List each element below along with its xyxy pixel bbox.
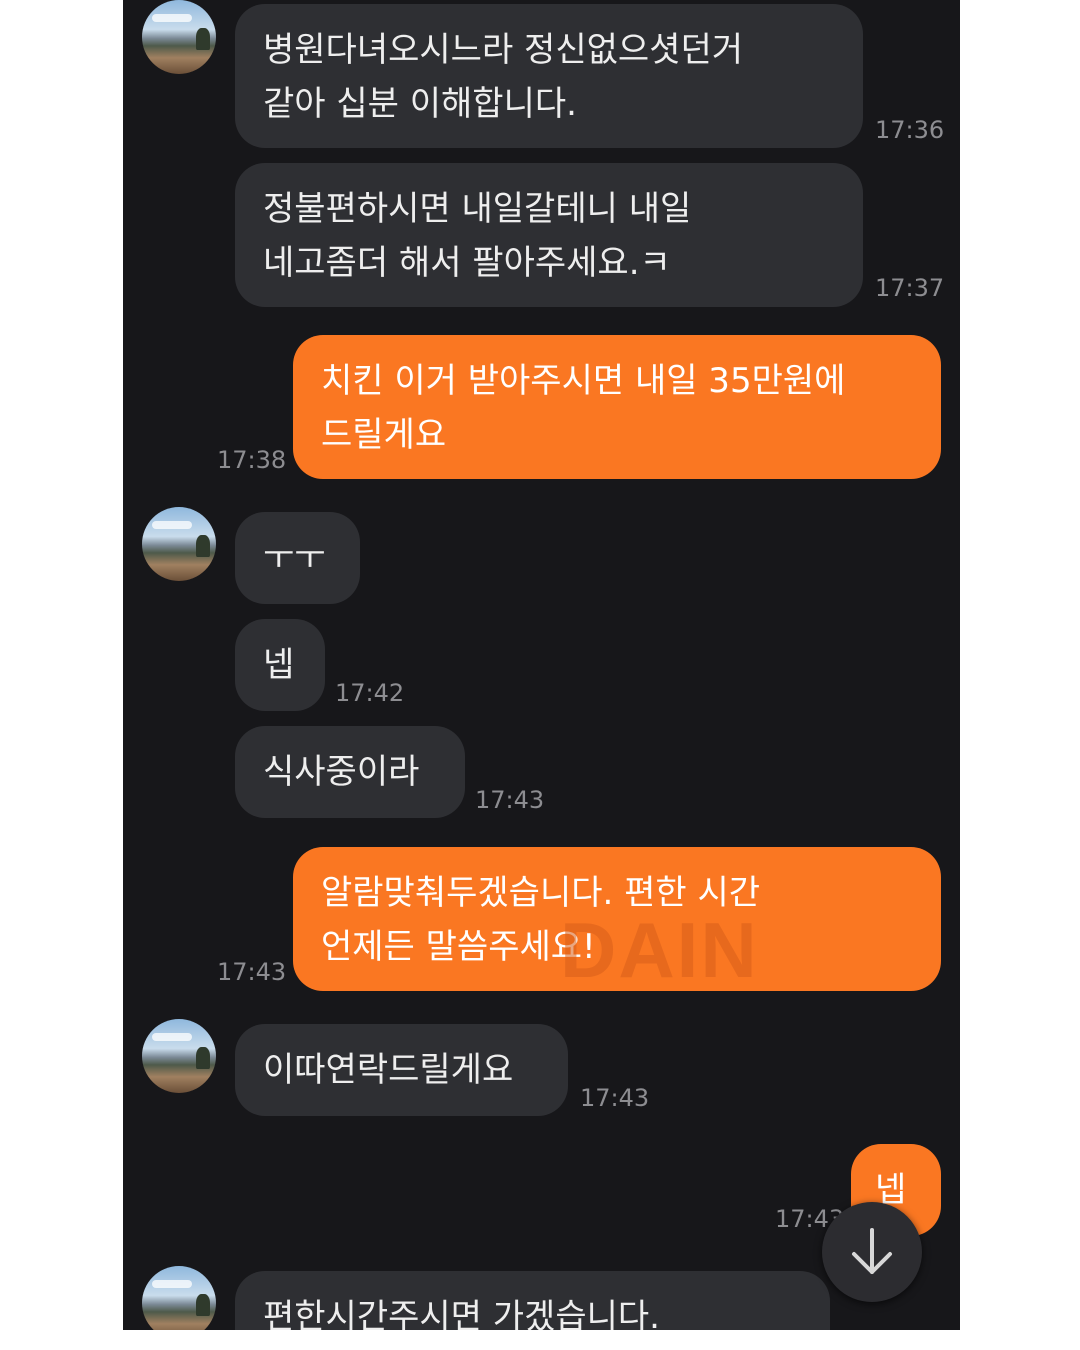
outgoing-message[interactable]: 치킨 이거 받아주시면 내일 35만원에 드릴게요 bbox=[293, 335, 941, 479]
message-time: 17:37 bbox=[875, 274, 945, 302]
incoming-message[interactable]: 이따연락드릴게요 bbox=[235, 1024, 568, 1116]
chat-screen: 병원다녀오시느라 정신없으셧던거 같아 십분 이해합니다. 17:36 정불편하… bbox=[123, 0, 960, 1330]
message-time: 17:43 bbox=[475, 786, 545, 814]
message-time: 17:38 bbox=[217, 446, 287, 474]
incoming-message[interactable]: ㅜㅜ bbox=[235, 512, 360, 604]
arrow-down-icon bbox=[852, 1228, 892, 1274]
watermark: DAIN bbox=[560, 906, 759, 994]
message-time: 17:43 bbox=[217, 958, 287, 986]
message-time: 17:36 bbox=[875, 116, 945, 144]
sender-avatar[interactable] bbox=[142, 1019, 216, 1093]
incoming-message[interactable]: 정불편하시면 내일갈테니 내일 네고좀더 해서 팔아주세요.ㅋ bbox=[235, 163, 863, 307]
scroll-to-bottom-button[interactable] bbox=[822, 1202, 922, 1302]
incoming-message[interactable]: 넵 bbox=[235, 619, 325, 711]
sender-avatar[interactable] bbox=[142, 1266, 216, 1330]
incoming-message[interactable]: 편한시간주시면 가겠습니다. bbox=[235, 1271, 830, 1330]
incoming-message[interactable]: 식사중이라 bbox=[235, 726, 465, 818]
sender-avatar[interactable] bbox=[142, 507, 216, 581]
sender-avatar[interactable] bbox=[142, 0, 216, 74]
message-time: 17:43 bbox=[580, 1084, 650, 1112]
incoming-message[interactable]: 병원다녀오시느라 정신없으셧던거 같아 십분 이해합니다. bbox=[235, 4, 863, 148]
message-time: 17:42 bbox=[335, 679, 405, 707]
